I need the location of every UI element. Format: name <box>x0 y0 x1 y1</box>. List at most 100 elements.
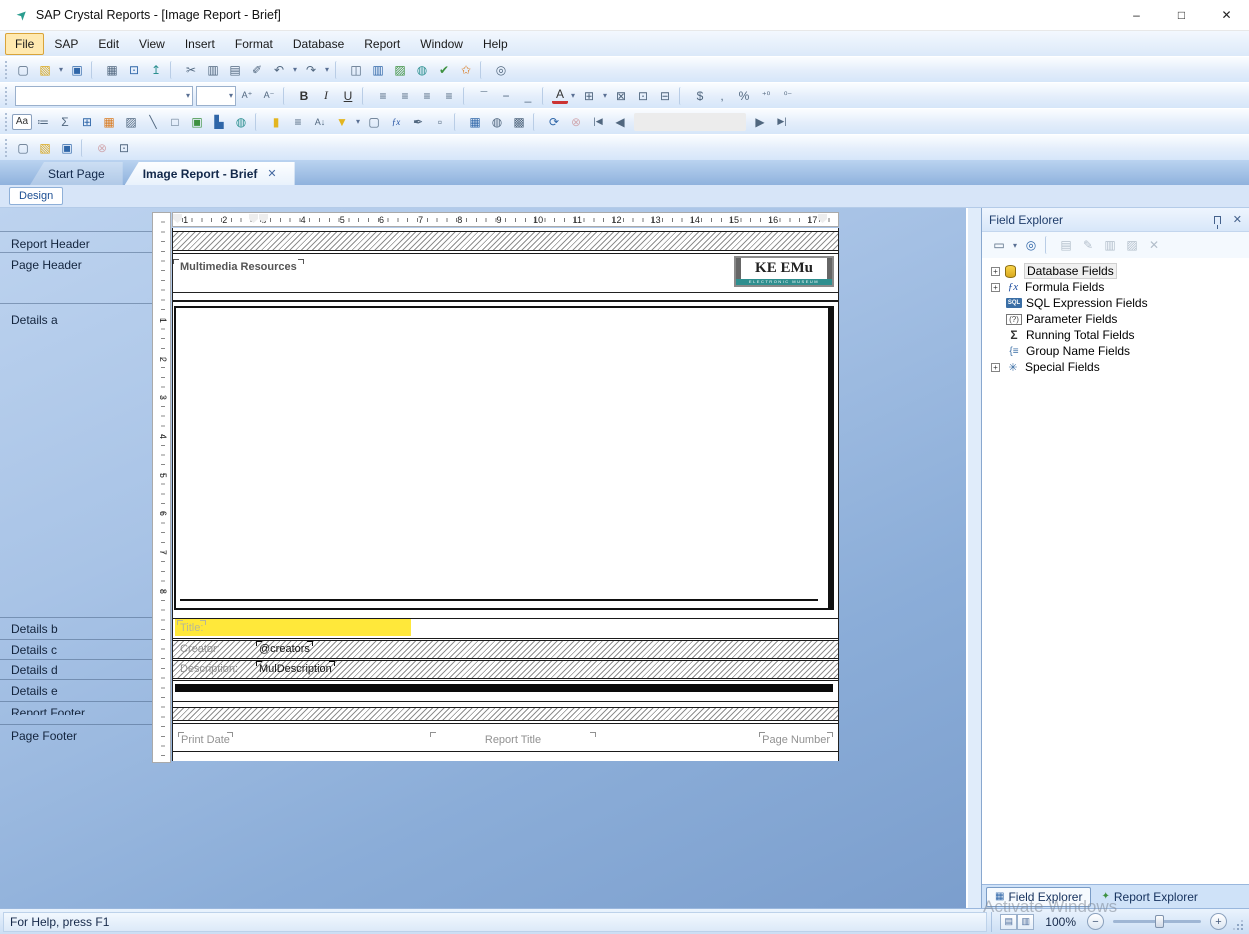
expand-icon[interactable]: + <box>991 363 1000 372</box>
set-datasource-location-button[interactable]: ◍ <box>486 112 508 132</box>
insert-picture-button[interactable]: ▣ <box>186 112 208 132</box>
details-a-band[interactable] <box>173 304 838 614</box>
tab-image-report-brief[interactable]: Image Report - Brief ✕ <box>125 162 295 185</box>
dependency-checker-button[interactable]: ✔ <box>433 60 455 80</box>
toolbar-grip[interactable] <box>3 61 10 79</box>
toolbar-grip[interactable] <box>3 87 10 105</box>
image-placeholder-box[interactable] <box>174 306 834 610</box>
formula-workshop-button[interactable]: ƒx <box>385 112 407 132</box>
decrease-decimals-button[interactable]: ⁰⁻ <box>777 86 799 106</box>
edit-field-button[interactable]: ✎ <box>1077 235 1099 255</box>
insert-summary-button[interactable]: Σ <box>54 112 76 132</box>
find-button[interactable]: ◎ <box>490 60 512 80</box>
tree-item-label[interactable]: Special Fields <box>1025 360 1100 374</box>
next-page-button[interactable]: ▶ <box>749 112 771 132</box>
auto-hide-pin-icon[interactable] <box>1214 216 1221 224</box>
section-page-header[interactable]: Page Header <box>11 258 151 272</box>
new-field-button[interactable]: ▤ <box>1055 235 1077 255</box>
panel-tab-report-explorer[interactable]: ✦ Report Explorer <box>1093 888 1205 906</box>
stop-button[interactable]: ⊗ <box>565 112 587 132</box>
report-title-field[interactable]: Report Title <box>433 734 593 746</box>
details-b-band[interactable]: Title: <box>173 618 838 639</box>
olap-design-wizard-button[interactable]: ▩ <box>508 112 530 132</box>
insert-text-object-button[interactable]: Aa <box>12 114 32 130</box>
last-page-button[interactable]: ▶| <box>771 112 793 132</box>
zoom-out-button[interactable]: − <box>1087 913 1104 930</box>
insert-to-report-button[interactable]: ▭ <box>988 235 1010 255</box>
refresh-button[interactable]: ⟳ <box>543 112 565 132</box>
emu-open-button[interactable]: ▧ <box>34 138 56 158</box>
tree-item-label[interactable]: SQL Expression Fields <box>1026 296 1148 310</box>
tab-start-page[interactable]: Start Page <box>30 162 123 185</box>
menu-report[interactable]: Report <box>354 33 410 55</box>
repository-explorer-button[interactable]: ◍ <box>411 60 433 80</box>
report-header-band[interactable] <box>173 231 838 251</box>
section-details-c[interactable]: Details c <box>11 643 151 657</box>
save-report-button[interactable]: ▣ <box>66 60 88 80</box>
page-number-field[interactable]: Page Number <box>762 734 830 746</box>
section-details-d[interactable]: Details d <box>11 663 151 677</box>
vertical-scrollbar[interactable] <box>966 208 981 908</box>
toggle-preview-panel-button[interactable]: ◫ <box>345 60 367 80</box>
maximize-button[interactable]: □ <box>1159 0 1204 30</box>
tree-group-name-fields[interactable]: {≡ Group Name Fields <box>982 343 1249 359</box>
page-footer-band[interactable]: Print Date Report Title Page Number <box>173 723 838 752</box>
close-button[interactable]: ✕ <box>1204 0 1249 30</box>
justify-button[interactable]: ≡ <box>438 86 460 106</box>
menu-insert[interactable]: Insert <box>175 33 225 55</box>
align-left-button[interactable]: ≡ <box>372 86 394 106</box>
previous-page-button[interactable]: ◀ <box>609 112 631 132</box>
mul-description-field[interactable]: MulDescription <box>259 663 332 675</box>
new-report-button[interactable]: ▢ <box>12 60 34 80</box>
design-view-icon[interactable]: ▤ <box>1000 914 1017 930</box>
align-bottom-button[interactable]: _ <box>517 86 539 106</box>
menu-edit[interactable]: Edit <box>88 33 129 55</box>
tree-item-label[interactable]: Running Total Fields <box>1026 328 1135 342</box>
insert-box-button[interactable]: □ <box>164 112 186 132</box>
details-d-band[interactable]: Description: MulDescription <box>173 660 838 679</box>
insert-chart-button[interactable]: ▙ <box>208 112 230 132</box>
minimize-button[interactable]: – <box>1114 0 1159 30</box>
section-details-a[interactable]: Details a <box>11 313 151 327</box>
tree-item-label[interactable]: Formula Fields <box>1025 280 1104 294</box>
select-expert-button[interactable]: ▼ <box>331 112 353 132</box>
tree-sql-expression-fields[interactable]: SQL SQL Expression Fields <box>982 295 1249 311</box>
duplicate-field-button[interactable]: ▥ <box>1099 235 1121 255</box>
section-report-footer[interactable]: Report Footer <box>11 706 151 715</box>
borders-button[interactable]: ⊞ <box>578 86 600 106</box>
bold-button[interactable]: B <box>293 86 315 106</box>
browse-data-button[interactable]: ◎ <box>1020 235 1042 255</box>
page-indicator[interactable] <box>634 113 746 131</box>
resize-grip[interactable] <box>1232 919 1245 932</box>
description-label[interactable]: Description: <box>180 663 238 675</box>
group-sort-expert-button[interactable]: ≡ <box>287 112 309 132</box>
toolbar-grip[interactable] <box>3 139 10 157</box>
tree-special-fields[interactable]: + ✳ Special Fields <box>982 359 1249 375</box>
tree-running-total-fields[interactable]: Σ Running Total Fields <box>982 327 1249 343</box>
font-size-combo[interactable]: ▾ <box>196 86 236 106</box>
open-report-button[interactable]: ▧ <box>34 60 56 80</box>
percent-button[interactable]: % <box>733 86 755 106</box>
section-page-footer[interactable]: Page Footer <box>11 729 151 743</box>
section-expert-button[interactable]: ▢ <box>363 112 385 132</box>
zoom-in-button[interactable]: + <box>1210 913 1227 930</box>
menu-help[interactable]: Help <box>473 33 518 55</box>
lock-size-position-button[interactable]: ⊟ <box>654 86 676 106</box>
undo-button[interactable]: ↶ <box>268 60 290 80</box>
record-sort-expert-button[interactable]: A↓ <box>309 112 331 132</box>
print-button[interactable]: ▦ <box>101 60 123 80</box>
highlighting-expert-button[interactable]: ✒ <box>407 112 429 132</box>
workbench-button[interactable]: ✩ <box>455 60 477 80</box>
delete-field-button[interactable]: ✕ <box>1143 235 1165 255</box>
tree-item-label[interactable]: Parameter Fields <box>1026 312 1117 326</box>
tree-database-fields[interactable]: + Database Fields <box>982 263 1249 279</box>
undo-dropdown[interactable]: ▾ <box>290 60 300 80</box>
insert-olap-grid-button[interactable]: ▦ <box>98 112 120 132</box>
creator-label[interactable]: Creator: <box>180 643 220 655</box>
tree-formula-fields[interactable]: + ƒx Formula Fields <box>982 279 1249 295</box>
divider-bar-object[interactable] <box>175 684 833 692</box>
preview-view-icon[interactable]: ▥ <box>1017 914 1034 930</box>
zoom-slider-thumb[interactable] <box>1155 915 1164 928</box>
page-header-band[interactable]: Multimedia Resources KE EMu ELECTRONIC M… <box>173 253 838 302</box>
insert-line-button[interactable]: ╲ <box>142 112 164 132</box>
